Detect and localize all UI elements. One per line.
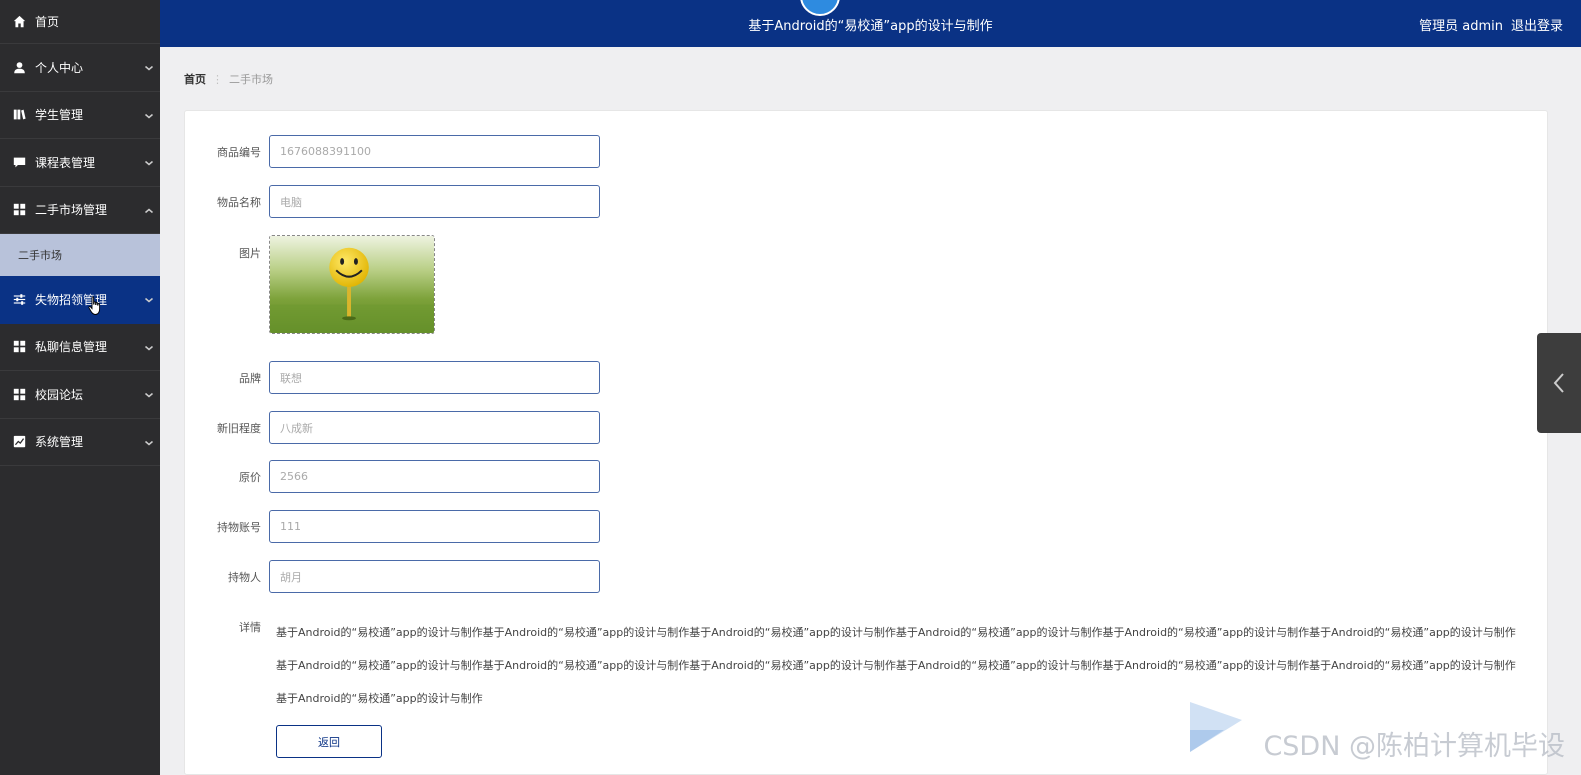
chevron-left-icon <box>1553 373 1564 393</box>
sidebar-item-label: 校园论坛 <box>35 387 84 402</box>
avatar <box>800 0 840 16</box>
image-label: 图片 <box>239 247 261 260</box>
hand-cursor-icon <box>88 296 101 315</box>
form-row-condition: 新旧程度 <box>185 411 600 444</box>
brand-field[interactable] <box>269 361 600 394</box>
logout-link[interactable]: 退出登录 <box>1511 19 1563 34</box>
sidebar-item-system-management[interactable]: 系统管理 <box>0 419 160 466</box>
user-info: 管理员 admin 退出登录 <box>1411 15 1563 34</box>
sidebar-item-label: 个人中心 <box>35 60 84 75</box>
form-row-brand: 品牌 <box>185 361 600 394</box>
chat-icon <box>12 155 26 169</box>
sidebar-item-label: 私聊信息管理 <box>35 340 108 355</box>
chevron-down-icon <box>144 437 154 447</box>
detail-text: 基于Android的“易校通”app的设计与制作基于Android的“易校通”a… <box>276 626 1516 705</box>
condition-label: 新旧程度 <box>217 421 261 435</box>
product-image[interactable] <box>269 235 435 334</box>
sidebar-item-label: 首页 <box>35 15 60 29</box>
form-row-product-no: 商品编号 <box>185 135 600 168</box>
sidebar-item-personal-center[interactable]: 个人中心 <box>0 44 160 92</box>
csdn-logo-icon <box>1190 702 1242 752</box>
sidebar-item-private-message-management[interactable]: 私聊信息管理 <box>0 324 160 371</box>
chevron-down-icon <box>144 110 154 120</box>
sidebar-item-label: 系统管理 <box>35 435 84 450</box>
product-no-field[interactable] <box>269 135 600 168</box>
page-title: 基于Android的“易校通”app的设计与制作 <box>748 19 993 34</box>
owner-account-label: 持物账号 <box>217 520 261 534</box>
sidebar-item-home[interactable]: 首页 <box>0 0 160 44</box>
condition-field[interactable] <box>269 411 600 444</box>
form-row-item-name: 物品名称 <box>185 185 600 218</box>
chevron-down-icon <box>144 389 154 399</box>
user-icon <box>12 60 26 74</box>
sliders-icon <box>12 292 26 306</box>
chevron-down-icon <box>144 62 154 72</box>
sidebar: 首页 个人中心 学生管理 课程表管理 二手市场管理 二手市场 失物招领管理 私聊… <box>0 0 160 775</box>
sidebar-subitem-second-hand-market[interactable]: 二手市场 <box>0 234 160 276</box>
book-icon <box>12 108 26 122</box>
form-row-owner-account: 持物账号 <box>185 510 600 543</box>
grid-icon <box>12 340 26 354</box>
detail-label: 详情 <box>239 621 261 634</box>
chevron-down-icon <box>144 342 154 352</box>
sidebar-item-student-management[interactable]: 学生管理 <box>0 92 160 139</box>
item-name-label: 物品名称 <box>217 195 261 209</box>
grid-icon <box>12 387 26 401</box>
watermark: CSDN @陈柏计算机毕设 <box>1263 731 1565 762</box>
side-panel-toggle[interactable] <box>1537 333 1581 433</box>
sidebar-item-label: 二手市场管理 <box>35 203 108 218</box>
owner-name-field[interactable] <box>269 560 600 593</box>
sidebar-item-campus-forum[interactable]: 校园论坛 <box>0 371 160 419</box>
grid-icon <box>12 203 26 217</box>
product-no-label: 商品编号 <box>217 145 261 159</box>
detail-form-card: 商品编号 物品名称 图片 <box>184 110 1548 775</box>
back-button[interactable]: 返回 <box>276 725 382 758</box>
owner-name-label: 持物人 <box>228 570 261 584</box>
admin-label: 管理员 admin <box>1419 19 1503 34</box>
top-header: 基于Android的“易校通”app的设计与制作 管理员 admin 退出登录 <box>160 0 1581 47</box>
home-icon <box>12 15 26 29</box>
sidebar-item-label: 学生管理 <box>35 108 84 123</box>
chevron-down-icon <box>144 294 154 304</box>
item-name-field[interactable] <box>269 185 600 218</box>
form-row-image: 图片 <box>185 235 435 334</box>
brand-label: 品牌 <box>239 371 261 385</box>
sidebar-item-label: 课程表管理 <box>35 155 96 170</box>
breadcrumb-home[interactable]: 首页 <box>184 73 206 86</box>
breadcrumb-current: 二手市场 <box>229 73 273 86</box>
breadcrumb: 首页 ⋮ 二手市场 <box>184 71 273 87</box>
original-price-label: 原价 <box>239 470 261 484</box>
sidebar-item-schedule-management[interactable]: 课程表管理 <box>0 139 160 187</box>
breadcrumb-separator: ⋮ <box>212 73 223 86</box>
owner-account-field[interactable] <box>269 510 600 543</box>
form-row-owner-name: 持物人 <box>185 560 600 593</box>
chevron-down-icon <box>144 157 154 167</box>
chart-icon <box>12 435 26 449</box>
form-row-original-price: 原价 <box>185 460 600 493</box>
sidebar-item-lost-found-management[interactable]: 失物招领管理 <box>0 276 160 324</box>
sidebar-item-second-hand-management[interactable]: 二手市场管理 <box>0 187 160 234</box>
original-price-field[interactable] <box>269 460 600 493</box>
chevron-up-icon <box>144 205 154 215</box>
